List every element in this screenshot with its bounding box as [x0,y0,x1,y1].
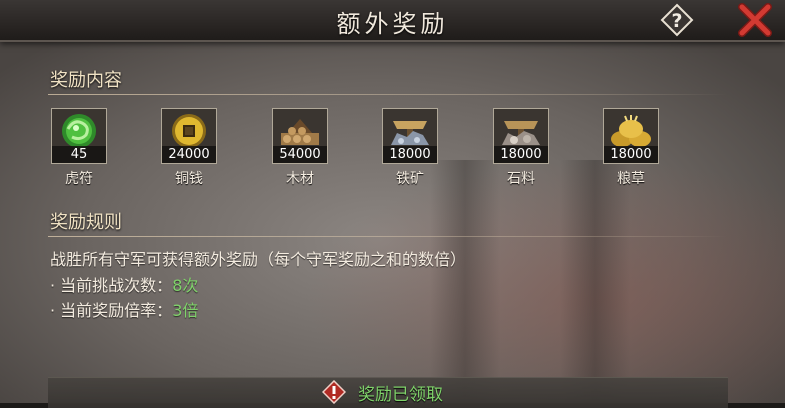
reward-section-title: 奖励内容 [50,70,122,91]
reward-item-count: 24000 [162,146,216,163]
rules-section-title: 奖励规则 [50,212,122,233]
reward-item-count: 54000 [273,146,327,163]
reward-item-slot: 18000 [603,108,659,164]
section-divider [48,94,728,95]
svg-text:?: ? [671,10,682,32]
multiplier-label: · 当前奖励倍率： [50,301,173,320]
multiplier-value: 3倍 [172,301,199,320]
warning-icon [321,379,347,405]
reward-item-name: 粮草 [617,171,645,187]
reward-item-count: 45 [52,146,106,163]
challenge-count-label: · 当前挑战次数： [50,276,173,295]
claimed-status: 奖励已领取 [358,385,443,405]
reward-item-name: 铁矿 [396,171,424,187]
close-button[interactable] [737,3,773,37]
rules-description: 战胜所有守军可获得额外奖励（每个守军奖励之和的数倍） [50,250,467,269]
reward-item[interactable]: 18000 铁矿 [382,108,438,187]
dialog-panel: 额外奖励 ? 奖励内容 45 虎符 24000 铜钱 54000 木材 1800… [0,0,785,408]
help-icon: ? [660,3,694,37]
close-icon [738,3,772,37]
reward-item[interactable]: 45 虎符 [51,108,107,187]
reward-item-slot: 18000 [493,108,549,164]
help-button[interactable]: ? [660,3,694,37]
challenge-count-line: · 当前挑战次数：8次 [50,272,198,296]
reward-item-slot: 45 [51,108,107,164]
reward-item-slot: 24000 [161,108,217,164]
reward-item-name: 虎符 [65,171,93,187]
title-bar: 额外奖励 ? [0,0,785,42]
background-pillar [560,160,630,403]
reward-item[interactable]: 18000 石料 [493,108,549,187]
reward-item[interactable]: 24000 铜钱 [161,108,217,187]
challenge-count-value: 8次 [172,276,199,295]
reward-item-slot: 54000 [272,108,328,164]
reward-item-name: 铜钱 [175,171,203,187]
reward-item-name: 石料 [507,171,535,187]
reward-item-name: 木材 [286,171,314,187]
background-pillar [430,160,500,403]
reward-item-count: 18000 [494,146,548,163]
reward-item-slot: 18000 [382,108,438,164]
reward-item-count: 18000 [604,146,658,163]
reward-item[interactable]: 54000 木材 [272,108,328,187]
reward-item[interactable]: 18000 粮草 [603,108,659,187]
multiplier-line: · 当前奖励倍率：3倍 [50,297,198,321]
reward-item-count: 18000 [383,146,437,163]
section-divider [48,236,728,237]
